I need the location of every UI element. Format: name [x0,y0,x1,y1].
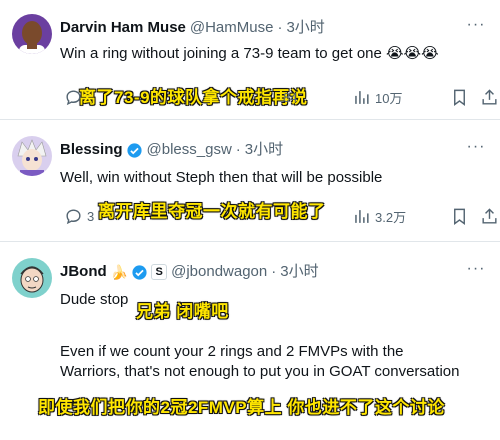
share-button[interactable] [476,86,499,108]
timestamp[interactable]: 3小时 [280,262,318,282]
timestamp[interactable]: 3小时 [286,18,324,38]
views-count: 3.2万 [375,209,407,225]
bookmark-button[interactable] [446,86,469,108]
reply-icon [64,88,83,107]
tweet-3[interactable]: JBond 🍌 S @jbondwagon · 3小时 ··· Dude sto… [0,242,500,440]
avatar[interactable] [12,258,52,298]
more-icon[interactable]: ··· [466,261,486,282]
user-handle[interactable]: @jbondwagon [171,262,267,282]
tweet-text: Well, win without Steph then that will b… [60,169,383,186]
timestamp[interactable]: 3小时 [245,140,283,160]
more-icon[interactable]: ··· [466,139,486,160]
views-count: 10万 [375,90,403,106]
tweet-text: Dude stop [60,291,129,308]
more-icon[interactable]: ··· [466,17,486,38]
reply-icon [64,207,83,226]
user-handle[interactable]: @HamMuse [190,18,274,38]
views-icon [352,207,371,226]
separator-dot: · [235,141,241,158]
share-icon [480,88,499,107]
display-name[interactable]: Blessing [60,140,123,160]
avatar[interactable] [12,136,52,176]
tweet-1[interactable]: Darvin Ham Muse @HamMuse · 3小时 ··· Win a… [0,0,500,120]
views-button[interactable]: 10万 [348,86,402,108]
tweet-2[interactable]: Blessing @bless_gsw · 3小时 ··· Well, win … [0,120,500,242]
tweet-text: Win a ring without joining a 73-9 team t… [60,45,382,62]
share-button[interactable] [476,205,499,227]
bookmark-icon [450,207,469,226]
separator-dot: · [277,19,283,36]
verified-badge-icon [131,264,148,281]
verified-badge-icon [126,142,143,159]
retweet-count: 84 [283,89,298,105]
views-icon [352,88,371,107]
affiliate-badge-icon[interactable]: S [151,264,168,280]
translation-caption: 兄弟 闭嘴吧 [136,302,229,321]
reply-button[interactable] [60,86,83,108]
display-name[interactable]: Darvin Ham Muse [60,18,186,38]
separator-dot: · [271,263,277,280]
bookmark-button[interactable] [446,205,469,227]
user-handle[interactable]: @bless_gsw [147,140,232,160]
avatar[interactable] [12,14,52,54]
tweet-text: Even if we count your 2 rings and 2 FMVP… [60,343,460,380]
views-button[interactable]: 3.2万 [348,205,406,227]
translation-caption: 即使我们把你的2冠2FMVP算上 你也进不了这个讨论 [38,398,445,417]
banana-emoji: 🍌 [110,264,129,280]
crying-emoji: 😭😭😭 [386,45,439,62]
display-name[interactable]: JBond [60,262,107,282]
reply-count: 3 [87,208,95,224]
bookmark-icon [450,88,469,107]
reply-button[interactable]: 3 [60,205,94,227]
share-icon [480,207,499,226]
